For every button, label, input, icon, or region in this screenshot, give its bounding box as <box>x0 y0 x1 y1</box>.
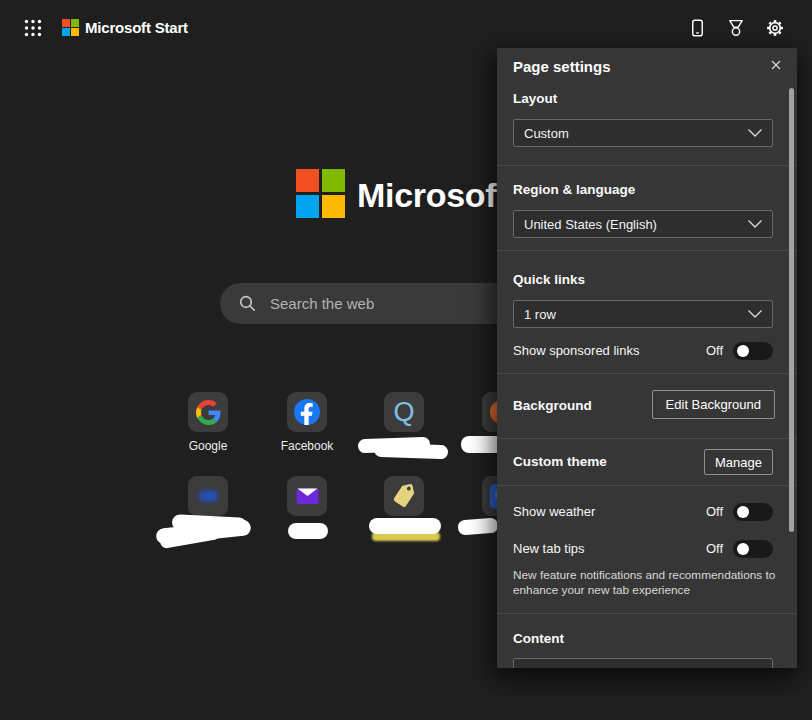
background-label: Background <box>513 398 592 413</box>
close-icon[interactable] <box>770 59 782 71</box>
divider <box>497 438 797 439</box>
chevron-down-icon <box>747 128 763 138</box>
google-g-icon <box>196 400 221 425</box>
quick-link-redacted-4[interactable] <box>258 476 356 516</box>
page-settings-panel: Page settings Layout Custom Region & lan… <box>497 48 797 668</box>
purple-mail-icon <box>295 484 320 509</box>
rewards-medal-icon[interactable] <box>726 18 746 38</box>
quick-link-redacted-3[interactable] <box>159 476 257 516</box>
settings-gear-icon[interactable] <box>765 18 785 38</box>
layout-label: Layout <box>513 91 557 106</box>
mobile-phone-icon[interactable] <box>688 18 707 38</box>
quick-links-value: 1 row <box>524 307 556 322</box>
q-tile[interactable]: Q <box>384 392 424 432</box>
redaction-mark <box>369 518 441 534</box>
sponsored-links-state: Off <box>706 343 723 358</box>
show-weather-label: Show weather <box>513 504 595 519</box>
region-dropdown[interactable]: United States (English) <box>513 210 773 238</box>
google-tile[interactable] <box>188 392 228 432</box>
show-weather-toggle[interactable] <box>733 503 773 521</box>
new-tab-tips-state: Off <box>706 541 723 556</box>
chevron-down-icon <box>747 309 763 319</box>
region-value: United States (English) <box>524 217 657 232</box>
layout-dropdown[interactable]: Custom <box>513 119 773 147</box>
search-placeholder: Search the web <box>270 295 374 312</box>
layout-value: Custom <box>524 126 569 141</box>
sponsored-links-label: Show sponsored links <box>513 343 639 358</box>
new-tab-tips-label: New tab tips <box>513 541 585 556</box>
blue-blob-tile[interactable] <box>188 476 228 516</box>
search-icon <box>238 294 257 313</box>
quick-link-google[interactable]: Google <box>159 392 257 453</box>
divider <box>497 250 797 251</box>
manage-button[interactable]: Manage <box>704 449 773 475</box>
tips-description: New feature notifications and recommenda… <box>513 568 777 598</box>
quick-links-label: Quick links <box>513 272 585 287</box>
redaction-mark <box>288 523 328 539</box>
content-dropdown[interactable] <box>513 658 773 668</box>
quick-link-label: Facebook <box>281 439 334 453</box>
apps-grid-icon[interactable] <box>24 19 42 37</box>
divider <box>497 485 797 486</box>
edit-background-button[interactable]: Edit Background <box>652 390 775 419</box>
redaction-mark <box>374 443 448 460</box>
redaction-mark <box>458 518 499 536</box>
divider <box>497 165 797 166</box>
app-title: Microsoft Start <box>85 0 188 56</box>
quick-link-redacted-5[interactable] <box>355 476 453 516</box>
blue-q-icon: Q <box>393 399 414 426</box>
quick-links-dropdown[interactable]: 1 row <box>513 300 773 328</box>
microsoft-logo-icon[interactable] <box>62 19 79 36</box>
panel-scrollbar[interactable] <box>789 88 794 532</box>
quick-link-label: Google <box>189 439 228 453</box>
sponsored-links-toggle[interactable] <box>733 342 773 360</box>
content-label: Content <box>513 631 564 646</box>
hero-brand-text: Microsoft <box>357 178 507 212</box>
microsoft-logo-large <box>296 169 345 218</box>
blurred-blue-icon <box>198 490 219 502</box>
custom-theme-label: Custom theme <box>513 454 607 469</box>
show-weather-state: Off <box>706 504 723 519</box>
quick-link-facebook[interactable]: Facebook <box>258 392 356 453</box>
chevron-down-icon <box>747 219 763 229</box>
mail-tile[interactable] <box>287 476 327 516</box>
yellow-tag-icon <box>389 481 420 512</box>
facebook-f-icon <box>294 399 320 425</box>
panel-title: Page settings <box>513 58 611 75</box>
new-tab-tips-toggle[interactable] <box>733 540 773 558</box>
quick-link-redacted-1[interactable]: Q <box>355 392 453 432</box>
tag-tile[interactable] <box>384 476 424 516</box>
divider <box>497 613 797 614</box>
region-label: Region & language <box>513 182 635 197</box>
facebook-tile[interactable] <box>287 392 327 432</box>
divider <box>497 373 797 374</box>
